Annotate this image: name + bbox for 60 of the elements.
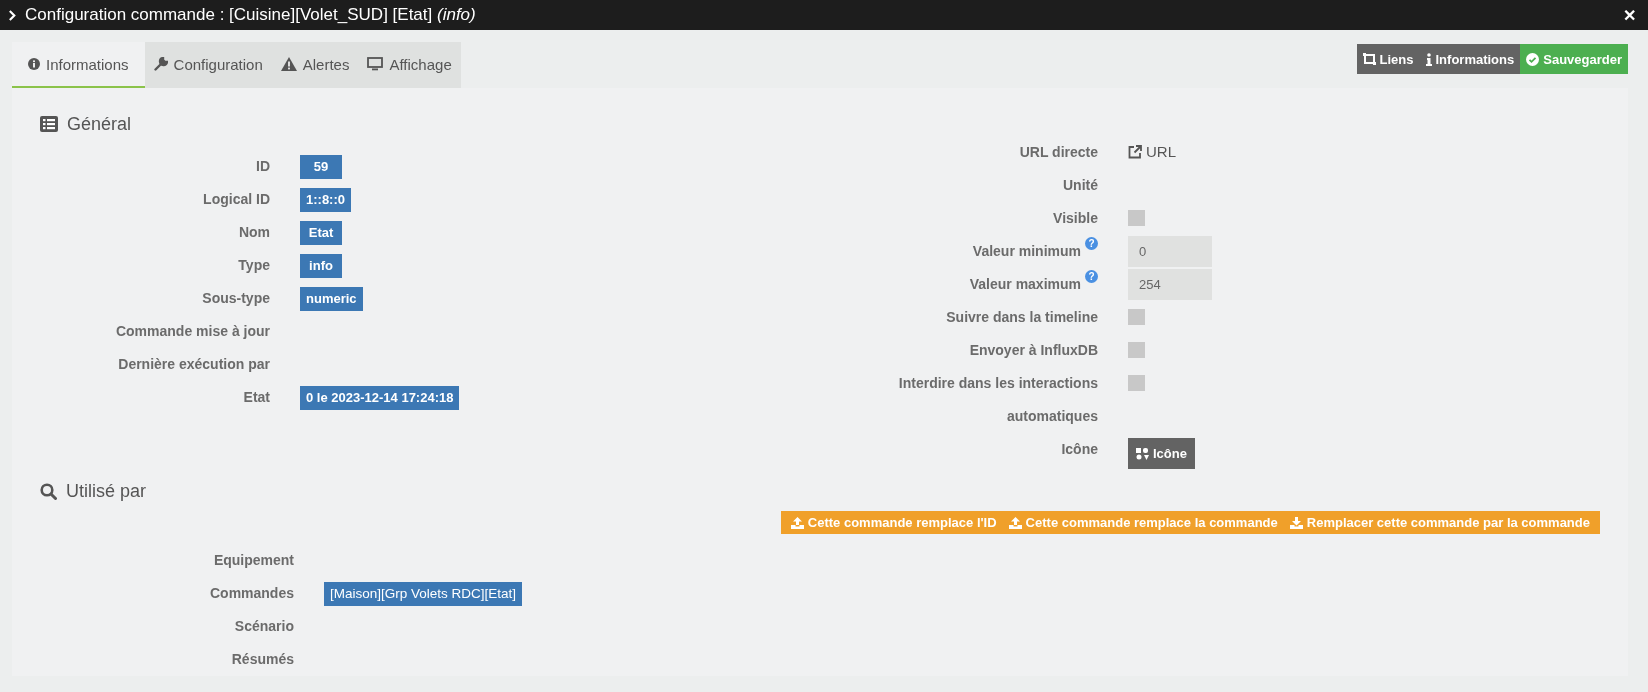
field-label: Type xyxy=(237,256,270,275)
tab[interactable]: Informations xyxy=(12,42,145,88)
field-label: Valeur maximum $^{?}$ xyxy=(840,268,1098,301)
checkbox[interactable] xyxy=(1128,309,1145,325)
download-icon xyxy=(1289,516,1303,529)
field-label: Sous-type xyxy=(201,289,270,308)
action-button[interactable]: Liens xyxy=(1356,44,1420,74)
field-label: Nom xyxy=(237,223,270,242)
icon-button[interactable]: Icône xyxy=(1128,438,1195,469)
command-link[interactable]: [Maison][Grp Volets RDC][Etat] xyxy=(324,582,523,606)
checkbox[interactable] xyxy=(1128,375,1145,391)
monitor-icon xyxy=(367,57,384,71)
value-tag: 1::8::0 xyxy=(300,188,351,212)
value-tag: 0 le 2023-12-14 17:24:18 xyxy=(300,386,460,410)
section-title: Général xyxy=(67,113,132,135)
help-icon[interactable]: ? xyxy=(1085,237,1098,250)
value-tag: info xyxy=(300,254,342,278)
field-label: Equipement xyxy=(212,551,294,570)
warning-icon xyxy=(280,57,297,71)
field-label: ID xyxy=(255,157,270,176)
field-label: Unité xyxy=(1062,176,1098,195)
info-icon xyxy=(28,58,40,70)
shapes-icon xyxy=(1136,447,1150,460)
action-button[interactable]: Informations xyxy=(1419,44,1521,74)
field-label: Envoyer à InfluxDB xyxy=(968,341,1098,360)
value-tag: 59 xyxy=(300,155,342,179)
field-label: Etat xyxy=(242,388,270,407)
field-label: Valeur minimum $^{?}$ xyxy=(840,235,1098,268)
url-link[interactable]: URL xyxy=(1128,141,1176,163)
search-icon xyxy=(40,482,57,500)
upload-icon xyxy=(1008,516,1022,529)
frame-icon xyxy=(1362,53,1376,65)
field-label: URL directe xyxy=(1018,143,1098,162)
list-icon xyxy=(40,116,58,132)
check-circle-icon xyxy=(1526,52,1540,66)
input-field[interactable]: 0 xyxy=(1128,236,1212,267)
external-link-icon xyxy=(1128,145,1142,159)
checkbox[interactable] xyxy=(1128,210,1145,226)
field-label: Interdire dans les interactions automatiques xyxy=(897,374,1098,426)
help-icon[interactable]: ? xyxy=(1085,270,1098,283)
input-field[interactable]: 254 xyxy=(1128,269,1212,300)
close-button[interactable]: ✕ xyxy=(1619,5,1640,25)
info-icon xyxy=(1425,52,1432,66)
field-label: Logical ID xyxy=(202,190,270,209)
field-label: Icône xyxy=(1060,440,1098,459)
checkbox[interactable] xyxy=(1128,342,1145,358)
upload-icon xyxy=(790,516,804,529)
wrench-icon xyxy=(153,57,168,71)
value-tag: Etat xyxy=(300,221,342,245)
field-label: Dernière exécution par xyxy=(117,355,270,374)
field-label: Scénario xyxy=(233,617,294,636)
field-label: Visible xyxy=(1052,209,1098,228)
window-title: Configuration commande : [Cuisine][Volet_SUD] [Etat] (info) xyxy=(25,5,477,25)
field-label: Commandes xyxy=(208,584,294,603)
field-label: Suivre dans la timeline xyxy=(945,308,1098,327)
value-tag: numeric xyxy=(300,287,363,311)
field-label: Résumés xyxy=(230,650,294,669)
chevron-icon xyxy=(8,9,17,21)
field-label: Commande mise à jour xyxy=(114,322,270,341)
section-title: Utilisé par xyxy=(66,480,147,502)
